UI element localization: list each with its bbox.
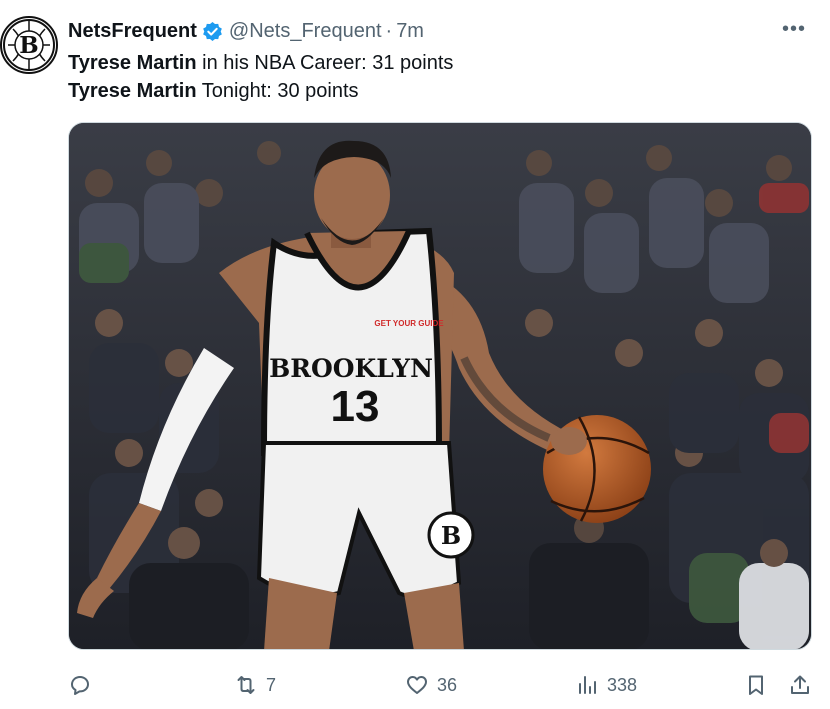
photo-basketball-player: BROOKLYN 13 GET YOUR GUIDE B	[69, 123, 811, 649]
repost-count: 7	[266, 674, 277, 695]
bookmark-button[interactable]	[744, 668, 768, 702]
jersey-team: BROOKLYN	[269, 354, 433, 383]
repost-icon	[237, 676, 255, 694]
shorts-logo: B	[441, 521, 461, 550]
heart-icon	[407, 676, 427, 694]
views-count: 338	[607, 674, 638, 695]
reply-icon	[71, 676, 89, 695]
avatar-letter: B	[19, 32, 38, 59]
views-icon	[579, 676, 596, 694]
tweet-line-1: Tyrese Martin in his NBA Career: 31 poin…	[68, 49, 453, 77]
reply-button[interactable]	[68, 668, 100, 702]
bookmark-icon	[749, 675, 763, 695]
separator: ·	[385, 19, 393, 42]
like-count: 36	[437, 674, 458, 695]
player-name: Tyrese Martin	[68, 52, 197, 74]
verified-badge-icon	[202, 21, 223, 42]
repost-button[interactable]: 7	[234, 668, 276, 702]
timestamp[interactable]: 7m	[396, 20, 424, 43]
display-name[interactable]: NetsFrequent	[68, 20, 197, 43]
tweet-photo[interactable]: BROOKLYN 13 GET YOUR GUIDE B	[68, 122, 812, 650]
tweet-actions: 7 36 338	[68, 668, 818, 702]
player-name: Tyrese Martin	[68, 80, 197, 102]
share-icon	[791, 675, 809, 694]
share-button[interactable]	[788, 668, 812, 702]
tweet-header: NetsFrequent @Nets_Frequent · 7m •••	[68, 18, 820, 44]
like-button[interactable]: 36	[405, 668, 457, 702]
tweet-line-text: in his NBA Career: 31 points	[196, 52, 454, 74]
more-options-icon[interactable]: •••	[782, 18, 806, 40]
jersey-number: 13	[331, 382, 380, 431]
nets-logo-icon: B	[3, 19, 55, 71]
tweet-line-text: Tonight: 30 points	[196, 80, 359, 102]
views-button[interactable]: 338	[575, 668, 637, 702]
tweet[interactable]: B NetsFrequent @Nets_Frequent · 7m ••• T…	[0, 0, 830, 709]
tweet-text: Tyrese Martin in his NBA Career: 31 poin…	[68, 49, 453, 105]
handle[interactable]: @Nets_Frequent	[229, 20, 382, 43]
tweet-line-2: Tyrese Martin Tonight: 30 points	[68, 77, 453, 105]
jersey-patch: GET YOUR GUIDE	[374, 319, 444, 328]
avatar[interactable]: B	[0, 16, 58, 74]
